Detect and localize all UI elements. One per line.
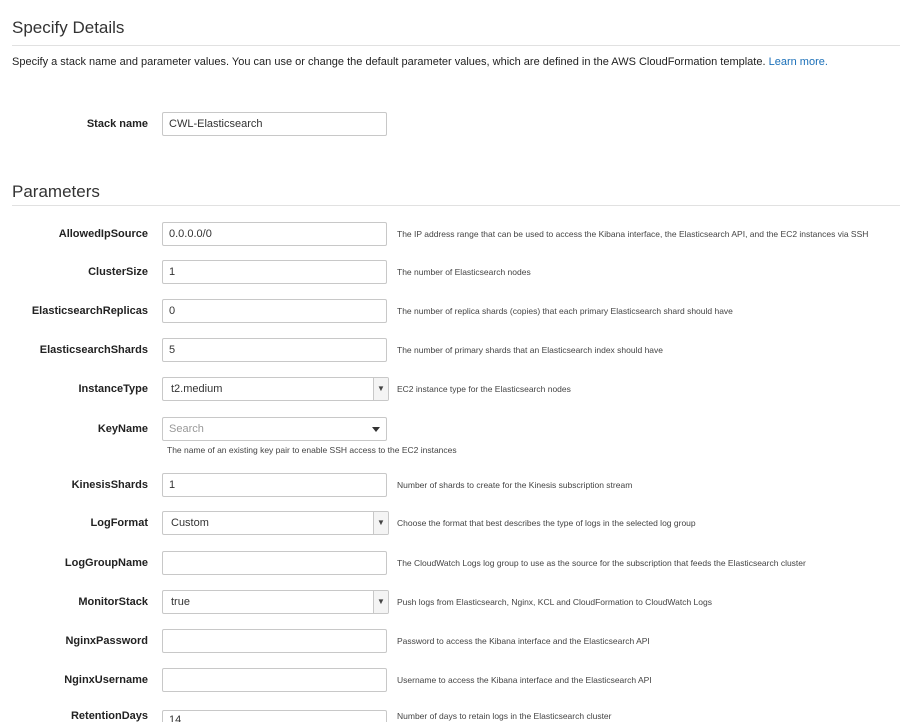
nginx-password-input[interactable]	[162, 629, 387, 653]
param-row-es-shards: ElasticsearchShards 5 The number of prim…	[0, 338, 900, 362]
section-divider	[12, 45, 900, 46]
stack-name-row: Stack name CWL-Elasticsearch	[0, 112, 900, 136]
log-format-select[interactable]: Custom ▼	[162, 511, 389, 535]
log-group-name-input[interactable]	[162, 551, 387, 575]
param-row-key-name: KeyName Search The name of an existing k…	[0, 417, 900, 455]
key-name-placeholder: Search	[169, 423, 204, 435]
caret-down-icon[interactable]	[372, 427, 380, 432]
monitor-stack-help: Push logs from Elasticsearch, Nginx, KCL…	[397, 597, 712, 607]
chevron-down-icon[interactable]: ▼	[373, 378, 388, 400]
param-row-cluster-size: ClusterSize 1 The number of Elasticsearc…	[0, 260, 900, 284]
specify-details-page: Specify Details Specify a stack name and…	[0, 0, 900, 722]
log-format-value: Custom	[171, 517, 209, 529]
retention-days-label: RetentionDays	[70, 710, 148, 722]
log-group-name-label: LogGroupName	[64, 557, 148, 569]
log-group-name-help: The CloudWatch Logs log group to use as …	[397, 558, 806, 568]
kinesis-shards-help: Number of shards to create for the Kines…	[397, 480, 633, 490]
specify-details-heading: Specify Details	[12, 18, 125, 37]
cluster-size-input[interactable]: 1	[162, 260, 387, 284]
stack-name-input[interactable]: CWL-Elasticsearch	[162, 112, 387, 136]
monitor-stack-value: true	[171, 596, 190, 608]
es-shards-help: The number of primary shards that an Ela…	[397, 345, 663, 355]
param-row-instance-type: InstanceType t2.medium ▼ EC2 instance ty…	[0, 377, 900, 401]
param-row-allowed-ip-source: AllowedIpSource 0.0.0.0/0 The IP address…	[0, 222, 900, 246]
parameters-heading: Parameters	[12, 182, 100, 201]
retention-days-help: Number of days to retain logs in the Ela…	[397, 711, 612, 721]
cluster-size-label: ClusterSize	[88, 266, 148, 278]
param-row-monitor-stack: MonitorStack true ▼ Push logs from Elast…	[0, 590, 900, 614]
param-row-nginx-password: NginxPassword Password to access the Kib…	[0, 629, 900, 653]
intro-description: Specify a stack name and parameter value…	[12, 56, 766, 68]
intro-text: Specify a stack name and parameter value…	[12, 55, 828, 69]
nginx-username-label: NginxUsername	[64, 674, 148, 686]
es-replicas-help: The number of replica shards (copies) th…	[397, 306, 733, 316]
allowed-ip-source-input[interactable]: 0.0.0.0/0	[162, 222, 387, 246]
nginx-username-help: Username to access the Kibana interface …	[397, 675, 652, 685]
instance-type-select[interactable]: t2.medium ▼	[162, 377, 389, 401]
es-replicas-label: ElasticsearchReplicas	[31, 305, 148, 317]
key-name-search-input[interactable]: Search	[162, 417, 387, 441]
monitor-stack-label: MonitorStack	[78, 596, 148, 608]
instance-type-help: EC2 instance type for the Elasticsearch …	[397, 384, 571, 394]
es-shards-input[interactable]: 5	[162, 338, 387, 362]
section-divider	[12, 205, 900, 206]
es-shards-label: ElasticsearchShards	[39, 344, 148, 356]
param-row-es-replicas: ElasticsearchReplicas 0 The number of re…	[0, 299, 900, 323]
instance-type-value: t2.medium	[171, 383, 223, 395]
param-row-retention-days: RetentionDays 14 Number of days to retai…	[0, 707, 900, 722]
stack-name-label: Stack name	[86, 118, 148, 130]
param-row-log-group-name: LogGroupName The CloudWatch Logs log gro…	[0, 551, 900, 575]
allowed-ip-source-help: The IP address range that can be used to…	[397, 229, 869, 239]
kinesis-shards-input[interactable]: 1	[162, 473, 387, 497]
param-row-kinesis-shards: KinesisShards 1 Number of shards to crea…	[0, 473, 900, 497]
learn-more-link[interactable]: Learn more.	[769, 56, 828, 68]
cluster-size-help: The number of Elasticsearch nodes	[397, 267, 531, 277]
chevron-down-icon[interactable]: ▼	[373, 512, 388, 534]
key-name-help: The name of an existing key pair to enab…	[167, 445, 457, 455]
key-name-label: KeyName	[97, 423, 148, 435]
nginx-password-label: NginxPassword	[65, 635, 148, 647]
param-row-nginx-username: NginxUsername Username to access the Kib…	[0, 668, 900, 692]
allowed-ip-source-label: AllowedIpSource	[58, 228, 148, 240]
kinesis-shards-label: KinesisShards	[71, 479, 148, 491]
nginx-username-input[interactable]	[162, 668, 387, 692]
instance-type-label: InstanceType	[78, 383, 149, 395]
param-row-log-format: LogFormat Custom ▼ Choose the format tha…	[0, 511, 900, 535]
log-format-label: LogFormat	[90, 517, 148, 529]
retention-days-input[interactable]: 14	[162, 710, 387, 722]
nginx-password-help: Password to access the Kibana interface …	[397, 636, 650, 646]
es-replicas-input[interactable]: 0	[162, 299, 387, 323]
chevron-down-icon[interactable]: ▼	[373, 591, 388, 613]
monitor-stack-select[interactable]: true ▼	[162, 590, 389, 614]
log-format-help: Choose the format that best describes th…	[397, 518, 696, 528]
